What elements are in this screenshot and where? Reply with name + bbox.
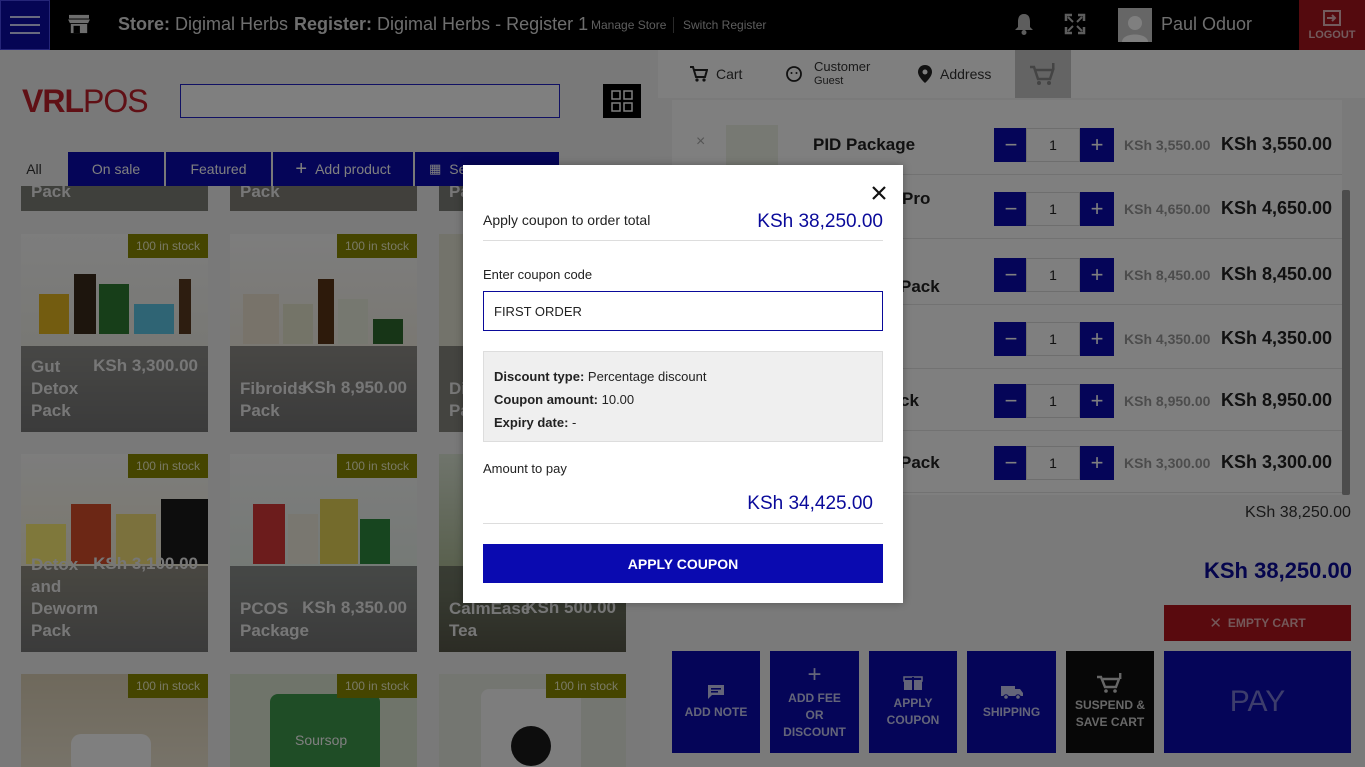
order-total: KSh 38,250.00 <box>757 211 883 232</box>
coupon-details: Discount type: Percentage discount Coupo… <box>483 351 883 442</box>
coupon-code-input[interactable] <box>483 291 883 331</box>
divider <box>483 240 883 241</box>
expiry-date-label: Expiry date: <box>494 415 569 430</box>
close-icon[interactable] <box>868 182 890 204</box>
apply-coupon-submit-button[interactable]: APPLY COUPON <box>483 544 883 583</box>
coupon-amount-value: 10.00 <box>601 392 635 407</box>
discount-type-value: Percentage discount <box>587 369 707 384</box>
coupon-amount-label: Coupon amount: <box>494 392 598 407</box>
coupon-modal: Apply coupon to order total KSh 38,250.0… <box>463 165 903 603</box>
divider <box>483 523 883 524</box>
expiry-date-value: - <box>572 415 577 430</box>
amount-to-pay-value: KSh 34,425.00 <box>747 493 873 514</box>
coupon-code-label: Enter coupon code <box>483 267 593 282</box>
discount-type-label: Discount type: <box>494 369 585 384</box>
amount-to-pay-label: Amount to pay <box>483 461 567 476</box>
modal-title: Apply coupon to order total <box>483 212 651 228</box>
